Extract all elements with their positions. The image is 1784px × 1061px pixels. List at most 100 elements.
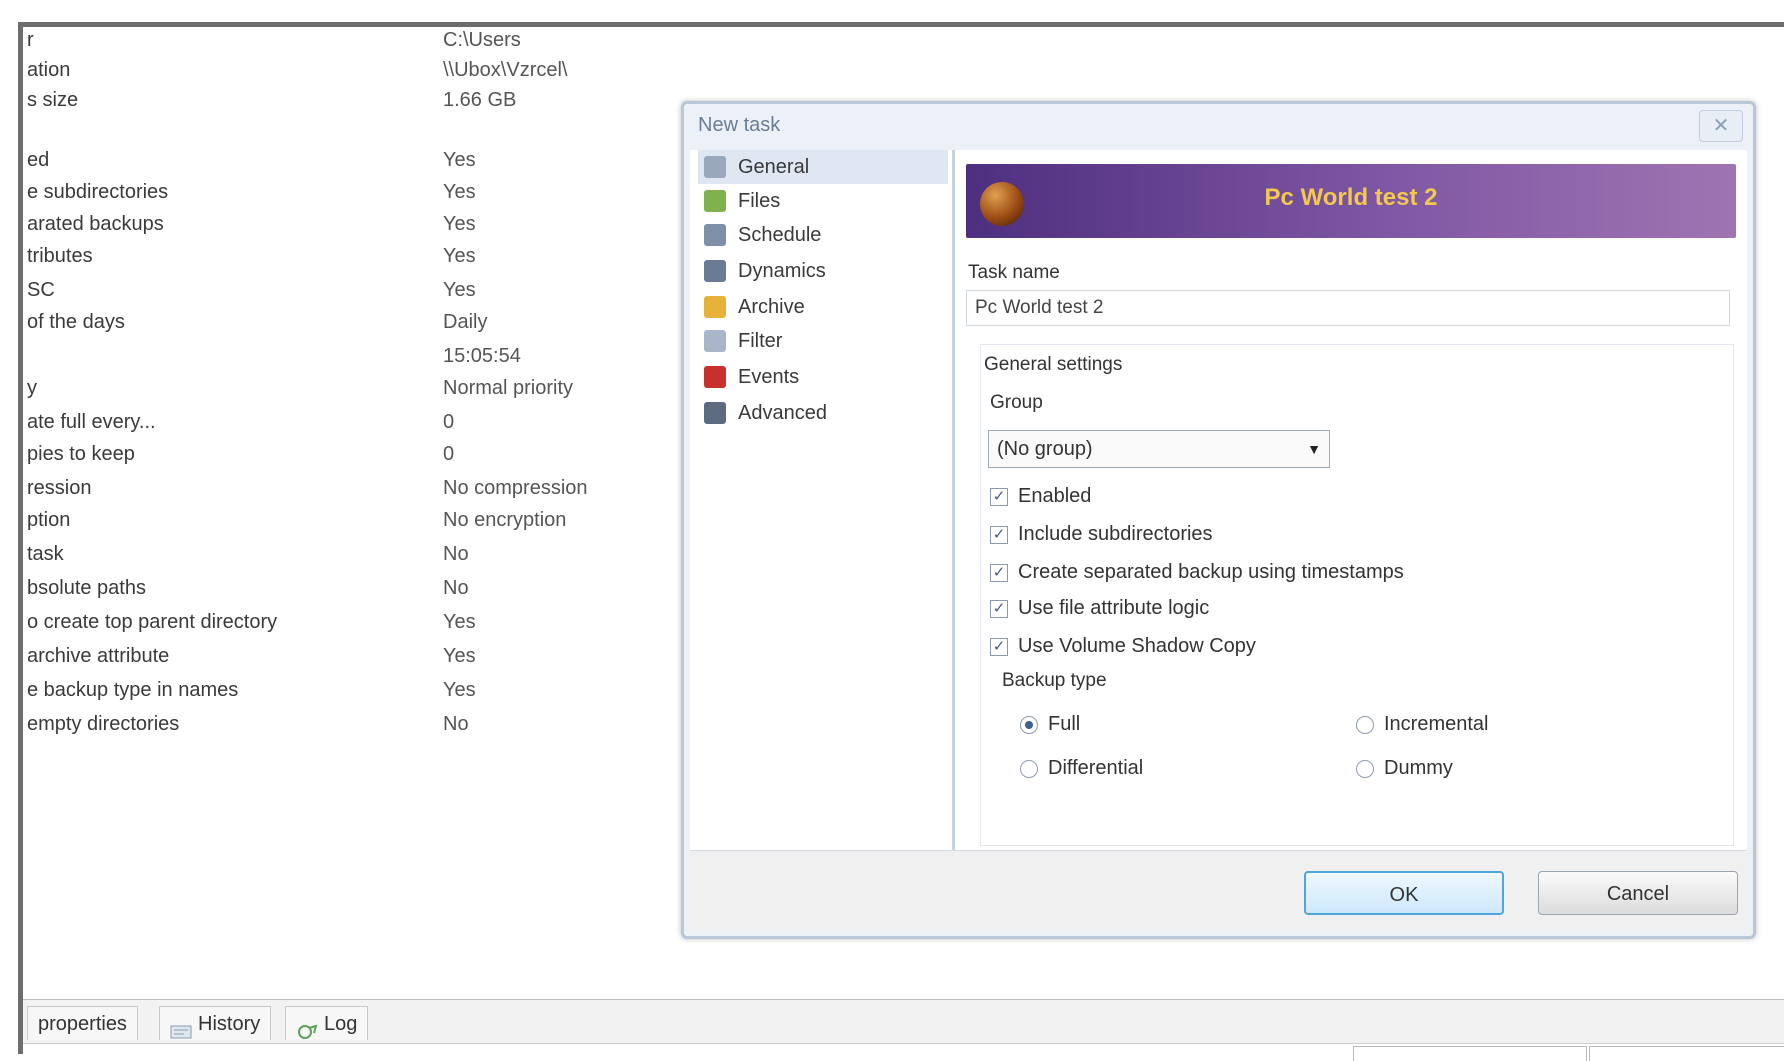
- backup-type-full-radio[interactable]: Full: [1020, 710, 1080, 738]
- tab-history[interactable]: History: [159, 1006, 272, 1040]
- property-value: Yes: [443, 279, 476, 301]
- property-name: SC: [27, 279, 55, 301]
- chevron-down-icon: ▼: [1307, 441, 1321, 457]
- task-banner: Pc World test 2: [966, 164, 1736, 238]
- property-name: pies to keep: [27, 443, 135, 465]
- checkbox-box: ✓: [990, 563, 1008, 582]
- tab-history-label: History: [198, 1013, 261, 1035]
- archive-icon: [704, 296, 726, 318]
- history-icon: [170, 1017, 192, 1039]
- cancel-button[interactable]: Cancel: [1538, 871, 1738, 915]
- task-name-label: Task name: [968, 262, 1060, 283]
- property-name: e subdirectories: [27, 181, 169, 203]
- backup-type-label: Backup type: [1002, 670, 1107, 691]
- tab-log-label: Log: [324, 1013, 358, 1035]
- radio-button: [1020, 715, 1038, 734]
- group-select[interactable]: (No group) ▼: [988, 430, 1330, 468]
- property-value: 15:05:54: [443, 345, 521, 367]
- bottom-tab-strip: properties History Log: [23, 999, 1784, 1044]
- radio-button: [1356, 715, 1374, 734]
- radio-button: [1356, 759, 1374, 778]
- property-name: ression: [27, 477, 92, 499]
- close-button[interactable]: ✕: [1699, 110, 1743, 142]
- nav-item-filter[interactable]: Filter: [698, 324, 948, 358]
- property-name: archive attribute: [27, 645, 170, 667]
- property-value: Yes: [443, 213, 476, 235]
- nav-item-advanced[interactable]: Advanced: [698, 396, 948, 430]
- property-name: arated backups: [27, 213, 164, 235]
- property-name: of the days: [27, 311, 125, 333]
- radio-label: Full: [1048, 713, 1081, 735]
- dialog-body: General Files Schedule Dynamics Archive …: [690, 150, 1747, 850]
- volume-shadow-copy-checkbox[interactable]: ✓ Use Volume Shadow Copy: [990, 632, 1256, 660]
- property-value: No: [443, 543, 469, 565]
- task-name-input[interactable]: Pc World test 2: [966, 290, 1730, 326]
- nav-item-general[interactable]: General: [698, 150, 948, 184]
- property-name: task: [27, 543, 64, 565]
- property-value: Daily: [443, 311, 488, 333]
- nav-item-files[interactable]: Files: [698, 184, 948, 218]
- nav-item-label: Schedule: [738, 224, 822, 246]
- property-value: No: [443, 713, 469, 735]
- property-value: Yes: [443, 245, 476, 267]
- nav-item-events[interactable]: Events: [698, 360, 948, 394]
- property-name: r: [27, 29, 34, 51]
- nav-item-label: Dynamics: [738, 260, 826, 282]
- property-name: o create top parent directory: [27, 611, 278, 633]
- nav-item-schedule[interactable]: Schedule: [698, 218, 948, 252]
- property-value: No: [443, 577, 469, 599]
- property-value: Normal priority: [443, 377, 574, 399]
- files-icon: [704, 190, 726, 212]
- property-name: empty directories: [27, 713, 180, 735]
- property-value: 0: [443, 411, 455, 433]
- checkbox-label: Create separated backup using timestamps: [1018, 561, 1404, 583]
- new-task-dialog: New task ✕ General Files Schedule Dynami…: [681, 101, 1756, 939]
- group-label: Group: [990, 392, 1043, 413]
- nav-item-label: Archive: [738, 296, 805, 318]
- property-value: \\Ubox\Vzrcel\: [443, 59, 568, 81]
- log-icon: [296, 1017, 318, 1039]
- general-settings-page: Pc World test 2 Task name Pc World test …: [966, 150, 1746, 850]
- property-value: Yes: [443, 149, 476, 171]
- nav-item-label: Files: [738, 190, 781, 212]
- checkbox-label: Include subdirectories: [1018, 523, 1213, 545]
- enabled-checkbox[interactable]: ✓ Enabled: [990, 482, 1091, 510]
- ok-button[interactable]: OK: [1304, 871, 1504, 915]
- tab-properties-label: properties: [38, 1013, 127, 1035]
- property-name: y: [27, 377, 37, 399]
- property-name: bsolute paths: [27, 577, 146, 599]
- radio-label: Differential: [1048, 757, 1144, 779]
- nav-item-archive[interactable]: Archive: [698, 290, 948, 324]
- property-value: 0: [443, 443, 455, 465]
- nav-item-label: Filter: [738, 330, 783, 352]
- property-name: ate full every...: [27, 411, 156, 433]
- dialog-title: New task: [698, 114, 781, 136]
- backup-type-differential-radio[interactable]: Differential: [1020, 754, 1143, 782]
- include-subdirectories-checkbox[interactable]: ✓ Include subdirectories: [990, 520, 1213, 548]
- checkbox-label: Use Volume Shadow Copy: [1018, 635, 1256, 657]
- backup-type-dummy-radio[interactable]: Dummy: [1356, 754, 1453, 782]
- property-value: 1.66 GB: [443, 89, 517, 111]
- property-name: ption: [27, 509, 71, 531]
- radio-button: [1020, 759, 1038, 778]
- advanced-icon: [704, 402, 726, 424]
- property-value: No encryption: [443, 509, 567, 531]
- dialog-footer: OK Cancel: [690, 850, 1747, 931]
- file-attribute-logic-checkbox[interactable]: ✓ Use file attribute logic: [990, 594, 1209, 622]
- nav-item-label: Advanced: [738, 402, 827, 424]
- property-value: Yes: [443, 679, 476, 701]
- tab-properties[interactable]: properties: [27, 1006, 138, 1040]
- property-name: tributes: [27, 245, 93, 267]
- nav-item-label: Events: [738, 366, 800, 388]
- tab-log[interactable]: Log: [285, 1006, 369, 1040]
- nav-item-label: General: [738, 156, 810, 178]
- property-value: Yes: [443, 611, 476, 633]
- nav-item-dynamics[interactable]: Dynamics: [698, 254, 948, 288]
- checkbox-label: Enabled: [1018, 485, 1092, 507]
- backup-type-incremental-radio[interactable]: Incremental: [1356, 710, 1489, 738]
- property-name: s size: [27, 89, 79, 111]
- property-name: e backup type in names: [27, 679, 239, 701]
- checkbox-box: ✓: [990, 487, 1008, 506]
- checkbox-box: ✓: [990, 599, 1008, 618]
- separated-backup-checkbox[interactable]: ✓ Create separated backup using timestamp…: [990, 558, 1404, 586]
